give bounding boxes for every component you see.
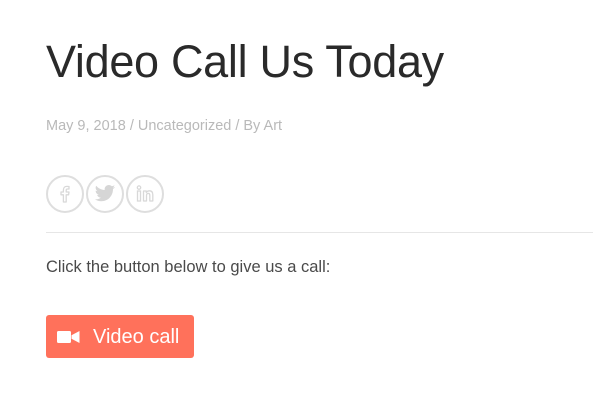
author-link[interactable]: Art (264, 118, 283, 134)
facebook-share-button[interactable] (46, 175, 84, 213)
twitter-share-button[interactable] (86, 175, 124, 213)
video-call-button[interactable]: Video call (46, 315, 194, 358)
meta-separator: / (235, 118, 240, 134)
video-call-button-label: Video call (93, 325, 180, 348)
post-date: May 9, 2018 (46, 118, 126, 134)
linkedin-share-button[interactable] (126, 175, 164, 213)
social-share-bar (46, 175, 164, 213)
post-body-text: Click the button below to give us a call… (46, 258, 331, 276)
post-meta: May 9, 2018/Uncategorized / By Art (46, 117, 282, 135)
category-link[interactable]: Uncategorized (138, 118, 232, 134)
author-prefix: By (243, 118, 261, 134)
video-camera-icon (57, 330, 80, 343)
page-title: Video Call Us Today (46, 36, 444, 87)
meta-separator: / (129, 118, 134, 134)
content-divider (46, 232, 593, 233)
facebook-icon (60, 185, 70, 203)
linkedin-icon (136, 185, 154, 202)
twitter-icon (94, 185, 116, 202)
